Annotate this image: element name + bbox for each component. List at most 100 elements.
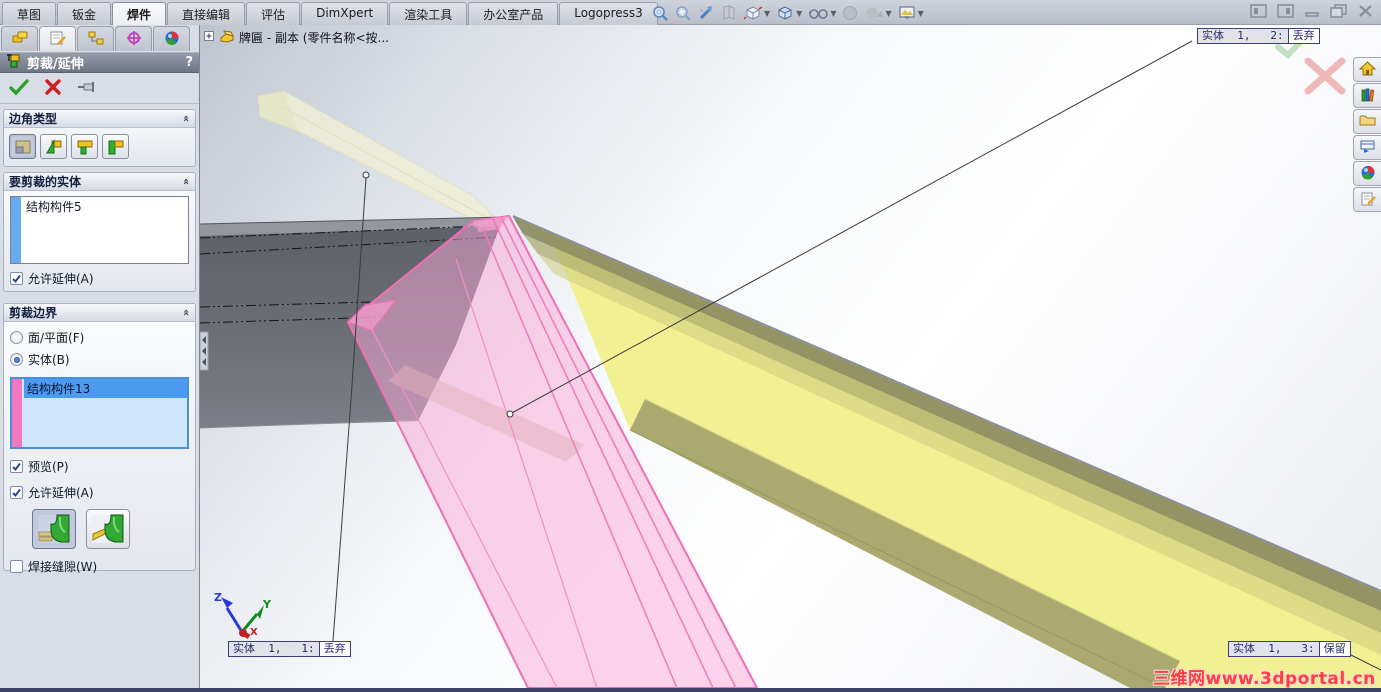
- trim-keep-both-button[interactable]: [32, 509, 76, 549]
- panel-splitter-handle[interactable]: [200, 331, 209, 371]
- tab-feature-manager[interactable]: [1, 26, 38, 51]
- callout-body-2: 实体 1, 2: 丢弃: [1197, 28, 1320, 44]
- restore-icon[interactable]: [1330, 4, 1348, 21]
- tab-office-products[interactable]: 办公室产品: [468, 2, 559, 25]
- checkbox-label[interactable]: 允许延伸(A): [28, 484, 94, 501]
- collapse-chevron-icon[interactable]: «: [180, 115, 193, 122]
- tab-direct-editing[interactable]: 直接编辑: [167, 2, 246, 25]
- bodies-to-trim-list[interactable]: 结构构件5: [10, 196, 189, 264]
- trim-boundary-list[interactable]: 结构构件13: [10, 377, 189, 449]
- design-library-icon: [1360, 87, 1376, 105]
- zoom-to-area-icon[interactable]: [673, 3, 693, 23]
- checkbox-label[interactable]: 允许延伸(A): [28, 270, 94, 287]
- checkbox-checked-icon[interactable]: [10, 486, 23, 499]
- callout-action-button[interactable]: 丢弃: [1287, 29, 1319, 43]
- collapse-chevron-icon[interactable]: «: [180, 309, 193, 316]
- radio-selected-icon[interactable]: [10, 353, 23, 366]
- weld-gap-row: 焊接缝隙(W): [10, 558, 195, 575]
- end-trim-button[interactable]: [9, 134, 36, 159]
- help-button[interactable]: ?: [185, 55, 193, 70]
- dropdown-arrow-icon[interactable]: ▼: [796, 9, 802, 18]
- allow-extension-row-1: 允许延伸(A): [10, 270, 195, 287]
- task-pane-home-tab[interactable]: [1353, 57, 1381, 82]
- display-style-icon[interactable]: ▼: [774, 3, 803, 23]
- group-header-bodies[interactable]: 要剪裁的实体 «: [4, 173, 195, 191]
- tree-expand-icon[interactable]: [204, 30, 215, 45]
- tab-logopress3[interactable]: Logopress3: [559, 2, 658, 25]
- task-pane-custom-properties-tab[interactable]: [1353, 187, 1381, 212]
- preview-row: 预览(P): [10, 458, 195, 475]
- tab-property-manager[interactable]: [39, 26, 76, 51]
- magnified-selection-icon[interactable]: [696, 3, 716, 23]
- graphics-viewport[interactable]: Z Y X 牌匾 - 副本 (零件名称<按... 实体 1, 2: 丢弃 实体 …: [200, 25, 1381, 689]
- list-item[interactable]: 结构构件5: [23, 197, 188, 216]
- tab-render-tools[interactable]: 渲染工具: [389, 2, 468, 25]
- command-manager-bar: 草图 钣金 焊件 直接编辑 评估 DimXpert 渲染工具 办公室产品 Log…: [0, 0, 1381, 25]
- dropdown-arrow-icon[interactable]: ▼: [764, 9, 770, 18]
- tab-dimxpert-manager[interactable]: [115, 26, 152, 51]
- section-view-icon[interactable]: [719, 3, 739, 23]
- list-item-selected[interactable]: 结构构件13: [24, 379, 187, 398]
- property-manager-icon: [49, 30, 67, 49]
- zoom-to-fit-icon[interactable]: [650, 3, 670, 23]
- tab-configuration-manager[interactable]: [77, 26, 114, 51]
- dropdown-arrow-icon[interactable]: ▼: [830, 9, 836, 18]
- group-header-label: 边角类型: [9, 112, 58, 126]
- radio-unselected-icon[interactable]: [10, 331, 23, 344]
- dropdown-arrow-icon[interactable]: ▼: [918, 9, 924, 18]
- beam-preview-ghost[interactable]: [257, 90, 494, 223]
- callout-label: 实体 1, 1:: [233, 642, 315, 655]
- end-butt2-button[interactable]: [102, 134, 129, 159]
- checkbox-checked-icon[interactable]: [10, 460, 23, 473]
- group-corner-type: 边角类型 «: [3, 109, 196, 167]
- dropdown-arrow-icon[interactable]: ▼: [885, 9, 891, 18]
- minimize-icon[interactable]: [1304, 4, 1320, 21]
- 3d-scene[interactable]: Z Y X: [200, 25, 1381, 688]
- radio-label[interactable]: 实体(B): [28, 351, 70, 368]
- checkbox-unchecked-icon[interactable]: [10, 560, 23, 573]
- view-orientation-icon[interactable]: ▼: [742, 3, 771, 23]
- hide-show-items-icon[interactable]: ▼: [806, 3, 837, 23]
- task-pane-design-library-tab[interactable]: [1353, 83, 1381, 108]
- pin-button[interactable]: [76, 79, 98, 98]
- tree-root-label[interactable]: 牌匾 - 副本 (零件名称<按...: [239, 29, 389, 46]
- collapse-chevron-icon[interactable]: «: [180, 178, 193, 185]
- tab-dimxpert[interactable]: DimXpert: [301, 2, 389, 25]
- callout-action-button[interactable]: 保留: [1318, 642, 1350, 656]
- checkbox-checked-icon[interactable]: [10, 272, 23, 285]
- pane-left-icon[interactable]: [1250, 4, 1267, 21]
- end-miter-button[interactable]: [40, 134, 67, 159]
- tab-weldments[interactable]: 焊件: [112, 2, 167, 25]
- display-manager-icon: [163, 30, 181, 49]
- callout-label: 实体 1, 3:: [1233, 642, 1315, 655]
- task-pane-appearances-tab[interactable]: [1353, 161, 1381, 186]
- group-header-boundary[interactable]: 剪裁边界 «: [4, 304, 195, 322]
- ok-button[interactable]: [8, 78, 30, 99]
- property-manager-actions: [0, 74, 199, 104]
- view-palette-icon: [1359, 139, 1376, 157]
- callout-action-button[interactable]: 丢弃: [318, 642, 350, 656]
- checkbox-label[interactable]: 预览(P): [28, 458, 69, 475]
- tab-display-manager[interactable]: [153, 26, 190, 51]
- edit-appearance-icon: ▼: [863, 3, 892, 23]
- property-manager-panel: 剪裁/延伸 ? 边角类型 « 要剪裁的实体 « 结构构件5 允许延伸(A) 剪裁…: [0, 25, 200, 688]
- confirm-cancel-icon[interactable]: [1304, 57, 1346, 95]
- task-pane-file-explorer-tab[interactable]: [1353, 109, 1381, 134]
- apply-scene-icon[interactable]: ▼: [896, 3, 925, 23]
- pane-right-icon[interactable]: [1277, 4, 1294, 21]
- manager-tabs: [1, 26, 191, 51]
- close-icon[interactable]: [1358, 4, 1373, 21]
- selection-color-strip-pink: [12, 379, 22, 447]
- tab-sketch[interactable]: 草图: [2, 2, 57, 25]
- checkbox-label[interactable]: 焊接缝隙(W): [28, 558, 97, 575]
- radio-label[interactable]: 面/平面(F): [28, 329, 84, 346]
- tab-sheet-metal[interactable]: 钣金: [57, 2, 112, 25]
- group-header-corner-type[interactable]: 边角类型 «: [4, 110, 195, 128]
- appearances-sphere-icon: [1360, 165, 1376, 183]
- tab-evaluate[interactable]: 评估: [246, 2, 301, 25]
- end-butt1-button[interactable]: [71, 134, 98, 159]
- corner-type-buttons: [4, 128, 195, 165]
- task-pane-view-palette-tab[interactable]: [1353, 135, 1381, 160]
- cancel-button[interactable]: [44, 78, 62, 99]
- trim-discard-button[interactable]: [86, 509, 130, 549]
